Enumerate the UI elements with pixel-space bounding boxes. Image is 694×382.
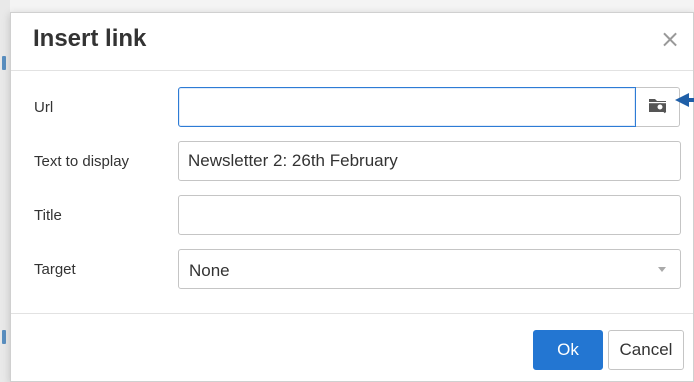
dialog-footer: Ok Cancel [11,314,693,380]
url-row: Url [11,87,694,127]
browse-button[interactable] [636,87,680,127]
close-button[interactable]: × [657,26,683,52]
title-label: Title [34,207,62,224]
folder-search-icon [647,96,669,119]
text-to-display-row: Text to display [11,141,694,181]
target-label: Target [34,261,76,278]
dialog-header: Insert link × [11,13,693,71]
insert-link-dialog: Insert link × Url Text to display Newsle… [10,12,694,382]
chevron-down-icon [658,267,666,272]
background-marker [2,56,6,70]
target-row: Target None [11,249,694,289]
annotation-arrow-icon [675,93,694,107]
dialog-title: Insert link [33,25,147,52]
target-select-value: None [189,261,230,280]
title-row: Title [11,195,694,235]
title-input[interactable] [178,195,681,235]
url-label: Url [34,99,54,116]
url-input[interactable] [178,87,636,127]
text-to-display-label: Text to display [34,153,130,170]
target-select[interactable]: None [178,249,681,289]
cancel-button[interactable]: Cancel [608,330,684,370]
background-marker [2,330,6,344]
ok-button[interactable]: Ok [533,330,603,370]
text-to-display-input[interactable] [178,141,681,181]
dialog-body: Url Text to display Title [11,71,693,314]
